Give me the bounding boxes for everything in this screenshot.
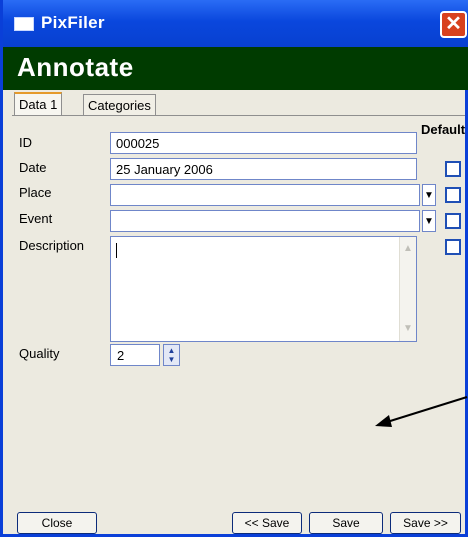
header-banner: Annotate <box>3 47 468 90</box>
window-icon <box>14 17 34 31</box>
title-bar[interactable]: PixFiler ✕ <box>3 0 468 47</box>
date-label: Date <box>19 160 47 175</box>
place-field[interactable] <box>110 184 420 206</box>
id-label: ID <box>19 135 32 150</box>
quality-label: Quality <box>19 346 60 361</box>
id-field[interactable]: 000025 <box>110 132 417 154</box>
scroll-down-icon[interactable]: ▼ <box>402 323 414 335</box>
text-caret <box>116 243 117 258</box>
window-title: PixFiler <box>41 13 105 32</box>
tab-categories[interactable]: Categories <box>83 94 156 116</box>
tab-divider <box>12 115 465 116</box>
page-title: Annotate <box>17 52 134 82</box>
app-window: PixFiler ✕ Annotate Data 1 Categories De… <box>0 0 468 537</box>
tab-data-1[interactable]: Data 1 <box>14 92 63 116</box>
annotation-arrow-icon <box>375 396 468 427</box>
place-default-checkbox[interactable] <box>445 187 461 203</box>
place-dropdown-icon[interactable]: ▼ <box>422 184 436 206</box>
scroll-up-icon[interactable]: ▲ <box>402 243 414 255</box>
date-default-checkbox[interactable] <box>445 161 461 177</box>
quality-stepper[interactable]: 2 <box>110 344 160 366</box>
close-button[interactable]: Close <box>17 512 97 534</box>
close-icon[interactable]: ✕ <box>440 11 467 38</box>
event-label: Event <box>19 211 53 226</box>
description-textarea[interactable]: ▲ ▼ <box>110 236 417 342</box>
next-save-button[interactable]: Save >> <box>390 512 461 534</box>
description-label: Description <box>19 238 85 253</box>
description-default-checkbox[interactable] <box>445 239 461 255</box>
event-default-checkbox[interactable] <box>445 213 461 229</box>
event-dropdown-icon[interactable]: ▼ <box>422 210 436 232</box>
place-label: Place <box>19 185 52 200</box>
description-scrollbar[interactable]: ▲ ▼ <box>399 237 416 341</box>
event-field[interactable] <box>110 210 420 232</box>
date-field[interactable]: 25 January 2006 <box>110 158 417 180</box>
default-column-header: Default <box>421 122 466 137</box>
quality-spin-icon[interactable]: ▲ ▼ <box>163 344 180 366</box>
save-button[interactable]: Save <box>309 512 383 534</box>
previous-save-button[interactable]: << Save <box>232 512 302 534</box>
